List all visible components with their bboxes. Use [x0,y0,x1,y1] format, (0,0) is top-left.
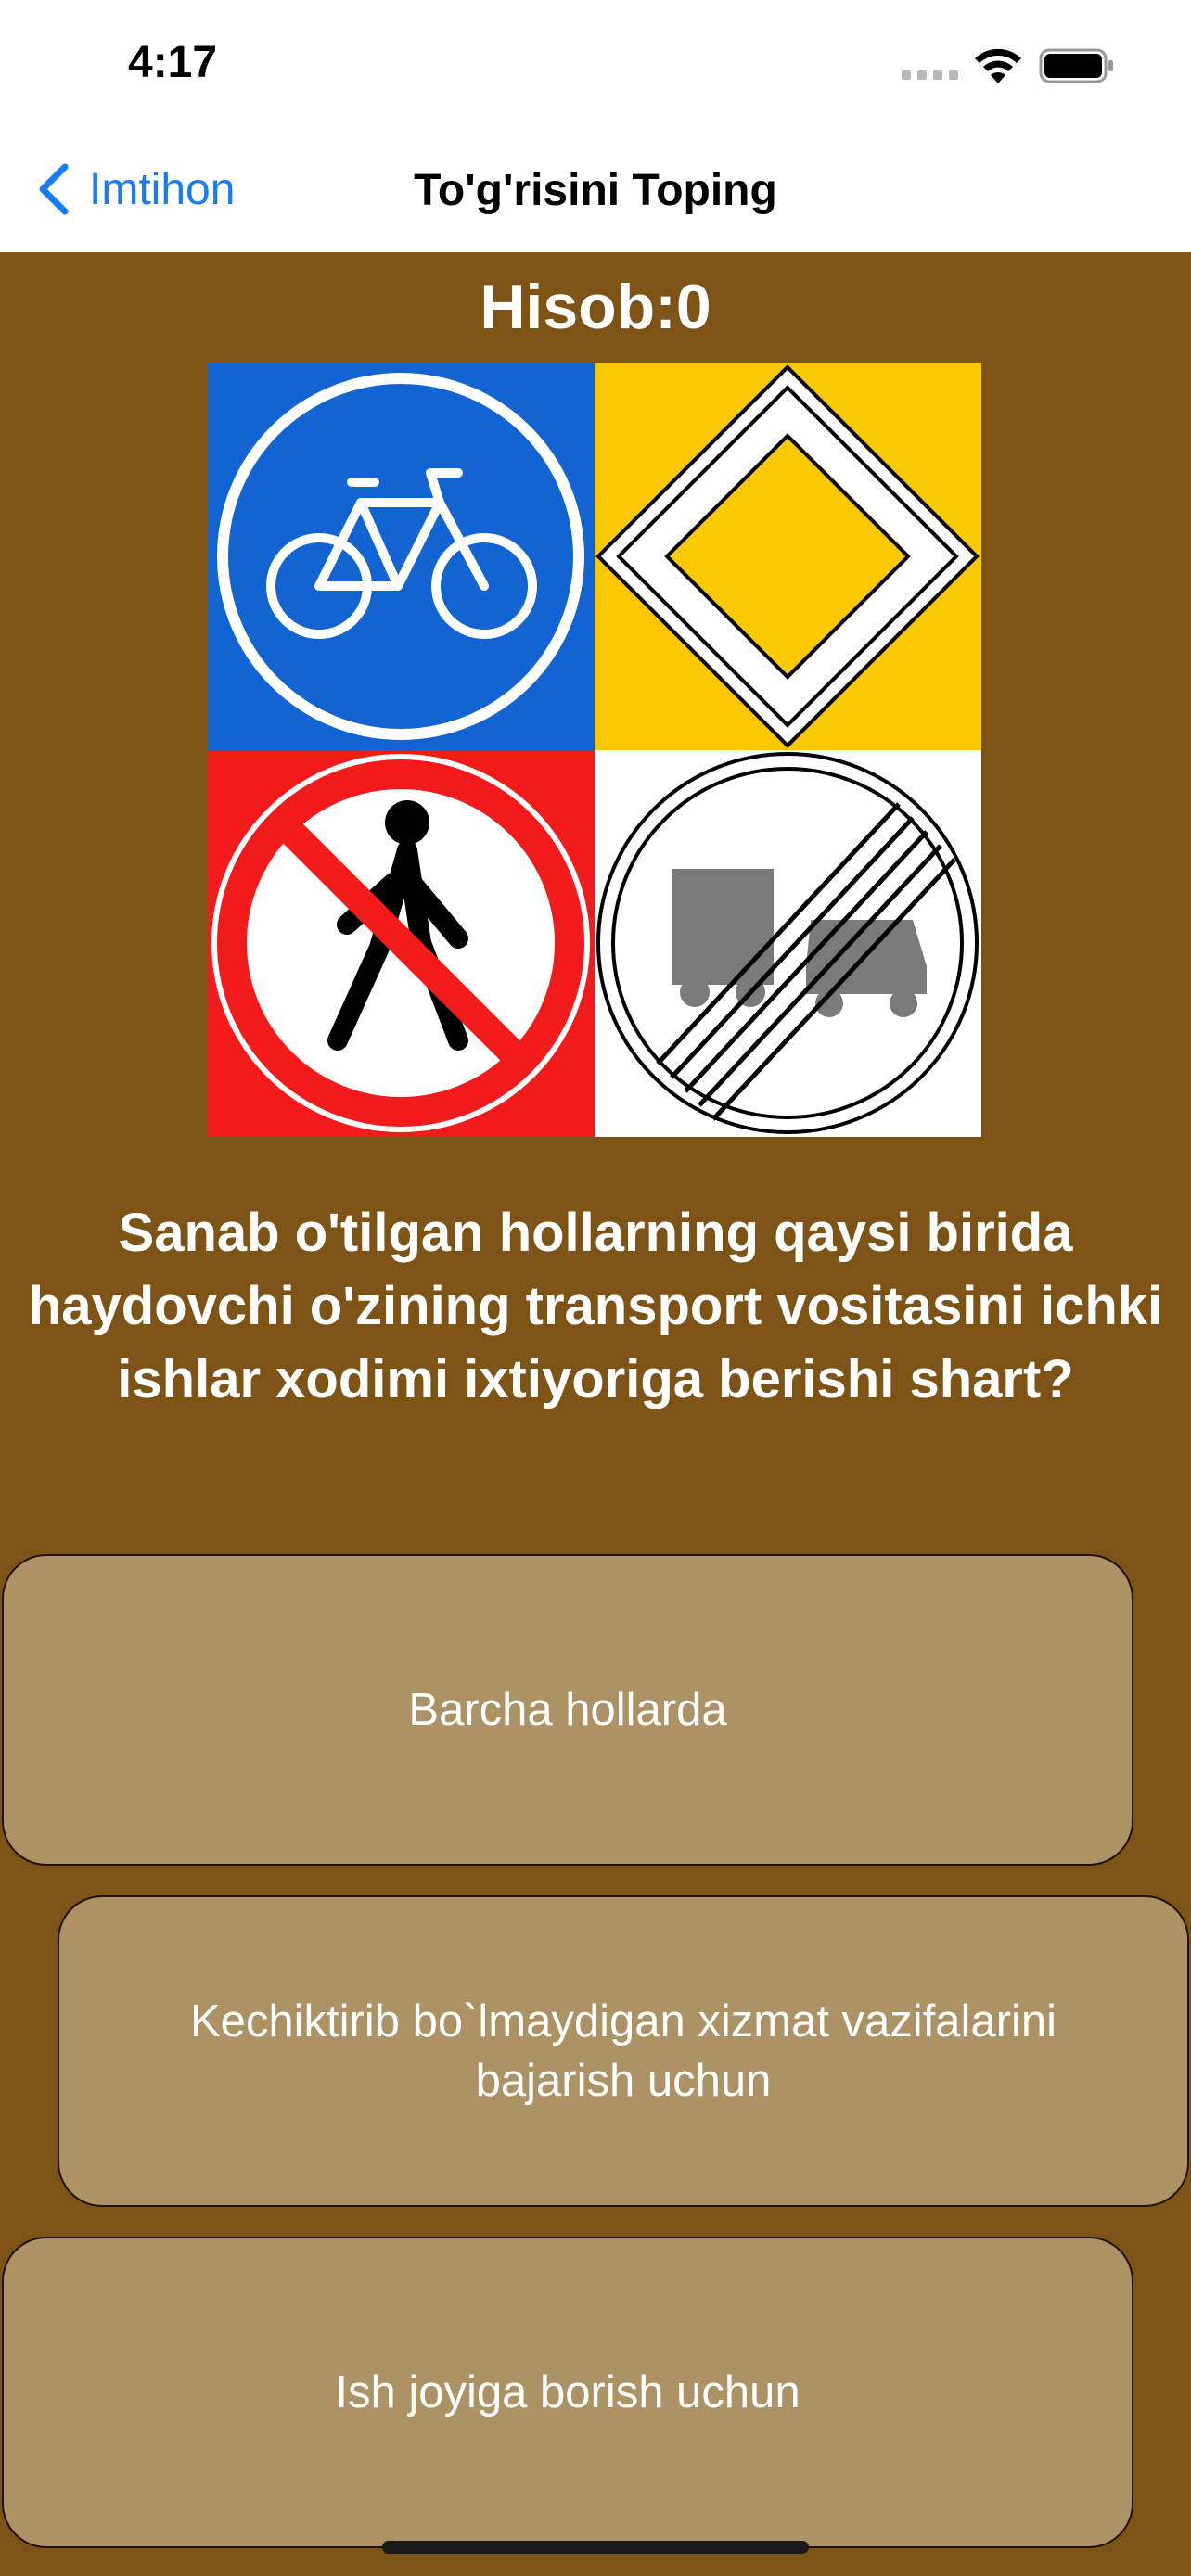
wifi-icon [975,48,1021,83]
cellular-signal-icon [902,70,958,80]
question-text: Sanab o'tilgan hollarning qaysi birida h… [28,1203,1163,1409]
answer-option-2[interactable]: Kechiktirib bo`lmaydigan xizmat vazifala… [58,1895,1189,2207]
battery-icon [1039,48,1113,83]
answer-option-3[interactable]: Ish joyiga borish uchun [2,2237,1133,2548]
end-of-no-overtaking-trucks-icon [596,752,979,1134]
answer-option-1[interactable]: Barcha hollarda [2,1554,1133,1866]
road-signs-image [208,363,981,1137]
page-title: To'g'risini Toping [414,166,777,215]
status-time: 4:17 [128,38,218,87]
bicycle-path-icon [217,373,584,740]
no-pedestrians-icon [211,754,590,1132]
home-indicator[interactable] [382,2541,809,2554]
answer-option-label: Ish joyiga borish uchun [335,2367,800,2417]
answer-option-label: Barcha hollarda [408,1685,727,1735]
answer-option-label: Kechiktirib bo`lmaydigan xizmat vazifala… [189,1996,1057,2106]
score-label: Hisob:0 [480,272,711,342]
